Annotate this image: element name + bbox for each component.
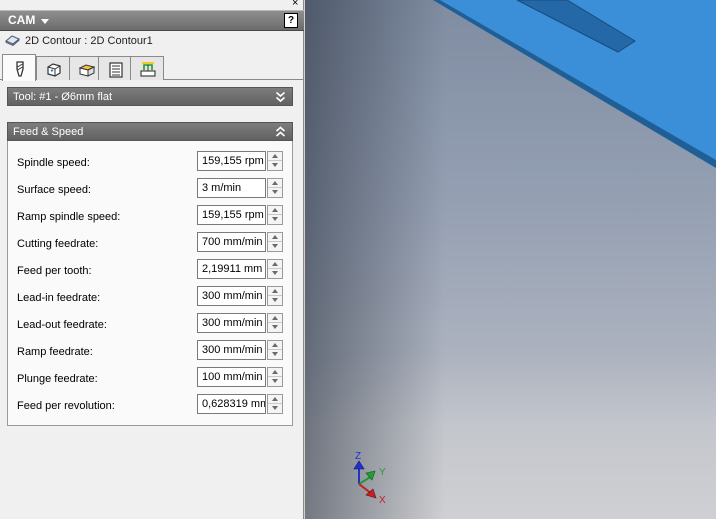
spin-up-icon[interactable]	[268, 206, 282, 215]
view-triad[interactable]: Z Y X	[349, 451, 397, 509]
field-row-ramp-spindle-speed: Ramp spindle speed: 159,155 rpm	[8, 205, 294, 227]
spin-up-icon[interactable]	[268, 314, 282, 323]
cutting-feedrate-input[interactable]: 700 mm/min	[197, 232, 266, 252]
cutting-feedrate-spinner[interactable]	[267, 232, 283, 252]
plunge-feedrate-spinner[interactable]	[267, 367, 283, 387]
lead-in-feedrate-spinner[interactable]	[267, 286, 283, 306]
ramp-spindle-speed-input[interactable]: 159,155 rpm	[197, 205, 266, 225]
tool-icon	[16, 61, 24, 77]
contour-operation-icon	[5, 35, 20, 46]
double-chevron-up-icon[interactable]	[275, 126, 286, 138]
field-row-feed-per-tooth: Feed per tooth: 2,19911 mm	[8, 259, 294, 281]
tab-geometry[interactable]	[36, 56, 70, 80]
panel-title-bar[interactable]: CAM ?	[0, 10, 304, 31]
field-label: Surface speed:	[17, 184, 91, 196]
spin-down-icon[interactable]	[268, 269, 282, 278]
spin-up-icon[interactable]	[268, 260, 282, 269]
field-label: Plunge feedrate:	[17, 373, 98, 385]
field-row-plunge-feedrate: Plunge feedrate: 100 mm/min	[8, 367, 294, 389]
feed-per-revolution-input[interactable]: 0,628319 mm	[197, 394, 266, 414]
z-axis-arrow-icon	[353, 460, 365, 470]
spin-up-icon[interactable]	[268, 152, 282, 161]
lead-out-feedrate-spinner[interactable]	[267, 313, 283, 333]
spin-down-icon[interactable]	[268, 215, 282, 224]
tab-linking[interactable]	[130, 56, 164, 80]
spindle-speed-spinner[interactable]	[267, 151, 283, 171]
ramp-spindle-speed-spinner[interactable]	[267, 205, 283, 225]
plunge-feedrate-input[interactable]: 100 mm/min	[197, 367, 266, 387]
field-row-lead-out-feedrate: Lead-out feedrate: 300 mm/min	[8, 313, 294, 335]
field-row-surface-speed: Surface speed: 3 m/min	[8, 178, 294, 200]
help-button[interactable]: ?	[284, 13, 298, 28]
field-label: Ramp spindle speed:	[17, 211, 121, 223]
field-label: Feed per tooth:	[17, 265, 92, 277]
ramp-feedrate-input[interactable]: 300 mm/min	[197, 340, 266, 360]
x-axis-label: X	[379, 495, 386, 506]
graphics-viewport[interactable]: Z Y X	[305, 0, 716, 519]
field-label: Ramp feedrate:	[17, 346, 93, 358]
spin-down-icon[interactable]	[268, 377, 282, 386]
spindle-speed-input[interactable]: 159,155 rpm	[197, 151, 266, 171]
field-row-ramp-feedrate: Ramp feedrate: 300 mm/min	[8, 340, 294, 362]
geometry-icon	[47, 63, 61, 77]
feed-speed-section-label: Feed & Speed	[13, 126, 84, 138]
spin-up-icon[interactable]	[268, 368, 282, 377]
part-model[interactable]	[305, 0, 716, 170]
spin-down-icon[interactable]	[268, 161, 282, 170]
y-axis-label: Y	[379, 467, 386, 478]
z-axis-label: Z	[355, 451, 361, 462]
tool-section-label: Tool: #1 - Ø6mm flat	[13, 91, 113, 103]
feed-speed-section-header[interactable]: Feed & Speed	[7, 122, 293, 141]
feed-per-revolution-spinner[interactable]	[267, 394, 283, 414]
spin-up-icon[interactable]	[268, 341, 282, 350]
field-label: Lead-in feedrate:	[17, 292, 101, 304]
surface-speed-spinner[interactable]	[267, 178, 283, 198]
tab-tool[interactable]	[2, 54, 36, 81]
spin-down-icon[interactable]	[268, 404, 282, 413]
breadcrumb-label: 2D Contour : 2D Contour1	[25, 35, 153, 47]
field-row-feed-per-revolution: Feed per revolution: 0,628319 mm	[8, 394, 294, 416]
field-label: Lead-out feedrate:	[17, 319, 107, 331]
field-row-cutting-feedrate: Cutting feedrate: 700 mm/min	[8, 232, 294, 254]
close-icon[interactable]: ×	[292, 0, 298, 9]
spin-down-icon[interactable]	[268, 242, 282, 251]
spin-down-icon[interactable]	[268, 188, 282, 197]
spin-down-icon[interactable]	[268, 323, 282, 332]
cam-panel: CAM ? × 2D Contour : 2D Contour1 Tool: #…	[0, 0, 304, 519]
lead-out-feedrate-input[interactable]: 300 mm/min	[197, 313, 266, 333]
feed-per-tooth-spinner[interactable]	[267, 259, 283, 279]
tool-section-header[interactable]: Tool: #1 - Ø6mm flat	[7, 87, 293, 106]
double-chevron-down-icon[interactable]	[275, 91, 286, 103]
feed-speed-body: Spindle speed: 159,155 rpm Surface speed…	[7, 141, 293, 426]
panel-title[interactable]: CAM	[8, 13, 35, 27]
linking-icon	[140, 62, 156, 77]
chevron-down-icon[interactable]	[41, 19, 49, 24]
spin-up-icon[interactable]	[268, 233, 282, 242]
field-row-lead-in-feedrate: Lead-in feedrate: 300 mm/min	[8, 286, 294, 308]
lead-in-feedrate-input[interactable]: 300 mm/min	[197, 286, 266, 306]
tab-strip	[0, 54, 304, 81]
field-label: Spindle speed:	[17, 157, 90, 169]
spin-up-icon[interactable]	[268, 395, 282, 404]
ramp-feedrate-spinner[interactable]	[267, 340, 283, 360]
field-label: Feed per revolution:	[17, 400, 115, 412]
field-row-spindle-speed: Spindle speed: 159,155 rpm	[8, 151, 294, 173]
surface-speed-input[interactable]: 3 m/min	[197, 178, 266, 198]
heights-icon	[78, 64, 96, 77]
field-label: Cutting feedrate:	[17, 238, 99, 250]
tab-passes[interactable]	[98, 56, 132, 80]
spin-up-icon[interactable]	[268, 179, 282, 188]
passes-icon	[109, 62, 123, 78]
feed-per-tooth-input[interactable]: 2,19911 mm	[197, 259, 266, 279]
spin-up-icon[interactable]	[268, 287, 282, 296]
spin-down-icon[interactable]	[268, 296, 282, 305]
spin-down-icon[interactable]	[268, 350, 282, 359]
